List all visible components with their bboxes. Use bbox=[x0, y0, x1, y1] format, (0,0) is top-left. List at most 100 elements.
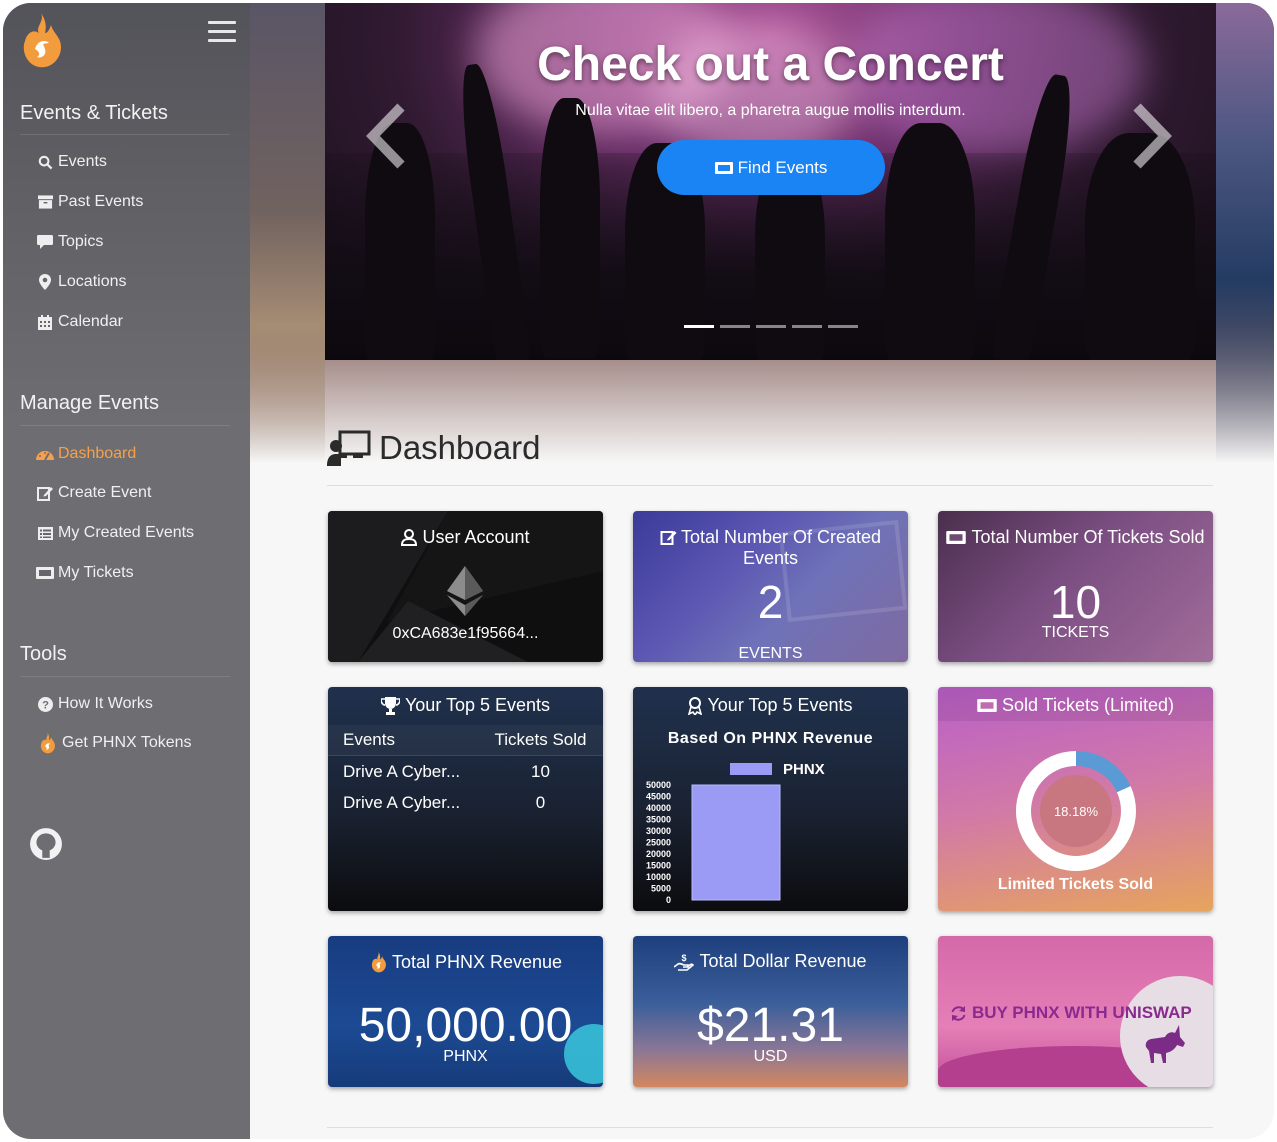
sidebar-item-events[interactable]: Events bbox=[36, 150, 107, 174]
dashboard-icon bbox=[36, 445, 54, 463]
revenue-bar[interactable] bbox=[691, 784, 781, 901]
top-events-table-card: Your Top 5 Events Events Tickets Sold Dr… bbox=[328, 687, 603, 911]
find-events-label: Find Events bbox=[737, 157, 828, 177]
section-title-tools: Tools bbox=[20, 643, 67, 665]
card-title-text: Total PHNX Revenue bbox=[391, 951, 563, 972]
chart-subtitle: Based On PHNX Revenue bbox=[667, 730, 874, 747]
y-tick-label: 0 bbox=[666, 895, 671, 905]
menu-toggle-button[interactable] bbox=[208, 21, 236, 45]
top-events-revenue-card: Your Top 5 Events Based On PHNX Revenue … bbox=[633, 687, 908, 911]
chalkboard-teacher-icon bbox=[327, 430, 371, 466]
table-header-row: Events Tickets Sold bbox=[328, 725, 603, 756]
carousel-indicator[interactable] bbox=[720, 325, 750, 328]
card-title-text: User Account bbox=[422, 527, 530, 547]
divider bbox=[327, 485, 1213, 486]
sidebar: Events & Tickets Events Past Events Topi… bbox=[3, 3, 250, 1139]
phnx-revenue-value: 50,000.00 bbox=[358, 999, 573, 1052]
section-title-manage-events: Manage Events bbox=[20, 392, 159, 414]
uniswap-card[interactable]: BUY PHNX WITH UNISWAP bbox=[938, 936, 1213, 1087]
card-title: Your Top 5 Events bbox=[328, 695, 603, 716]
phoenix-logo[interactable] bbox=[17, 11, 63, 69]
sidebar-item-my-created-events[interactable]: My Created Events bbox=[36, 521, 194, 545]
sidebar-item-topics[interactable]: Topics bbox=[36, 230, 103, 254]
card-title-text: Total Number Of Tickets Sold bbox=[971, 527, 1205, 547]
donut-caption: Limited Tickets Sold bbox=[997, 876, 1154, 893]
wallet-address[interactable]: 0xCA683e1f95664... bbox=[328, 625, 603, 643]
card-title: Total Number Of Tickets Sold bbox=[938, 527, 1213, 548]
tickets-sold-card: Total Number Of Tickets Sold 10 TICKETS bbox=[938, 511, 1213, 662]
carousel-indicator[interactable] bbox=[828, 325, 858, 328]
sidebar-item-label: How It Works bbox=[58, 695, 153, 712]
dollar-revenue-card: $ Total Dollar Revenue $21.31 USD bbox=[633, 936, 908, 1087]
revenue-bar-chart: PHNX 50000 4500040000 3500030000 2500020000… bbox=[646, 761, 825, 905]
card-title: User Account bbox=[328, 527, 603, 548]
carousel-title: Check out a Concert bbox=[537, 38, 1004, 91]
sidebar-item-create-event[interactable]: Create Event bbox=[36, 481, 151, 505]
y-tick-label: 35000 bbox=[646, 815, 671, 825]
ticket-icon bbox=[714, 161, 733, 174]
table-row[interactable]: Drive A Cyber... 10 bbox=[328, 756, 603, 787]
card-title-text: Your Top 5 Events bbox=[707, 695, 853, 715]
tickets-sold-cell: 10 bbox=[531, 761, 550, 781]
carousel-prev-arrow-icon[interactable] bbox=[363, 103, 413, 169]
divider bbox=[327, 1127, 1213, 1128]
sidebar-item-label: Calendar bbox=[58, 313, 123, 330]
carousel-indicator[interactable] bbox=[756, 325, 786, 328]
sidebar-item-past-events[interactable]: Past Events bbox=[36, 190, 143, 214]
map-marker-icon bbox=[36, 273, 54, 291]
sidebar-item-dashboard[interactable]: Dashboard bbox=[36, 442, 136, 466]
y-tick-label: 30000 bbox=[646, 826, 671, 836]
y-tick-label: 15000 bbox=[646, 861, 671, 871]
ticket-icon bbox=[946, 531, 967, 544]
card-title: Your Top 5 Events bbox=[633, 695, 908, 716]
column-header-tickets-sold: Tickets Sold bbox=[494, 730, 587, 749]
carousel-subtitle: Nulla vitae elit libero, a pharetra augu… bbox=[575, 102, 966, 119]
limited-tickets-donut-chart: 18.18% bbox=[1016, 751, 1136, 871]
sidebar-item-how-it-works[interactable]: ? How It Works bbox=[36, 692, 153, 716]
carousel-indicator[interactable] bbox=[684, 325, 714, 328]
phnx-revenue-card: Total PHNX Revenue 50,000.00 PHNX bbox=[328, 936, 603, 1087]
section-title-events-tickets: Events & Tickets bbox=[20, 102, 168, 124]
page-title: Dashboard bbox=[379, 429, 541, 466]
question-circle-icon: ? bbox=[36, 695, 54, 713]
trophy-icon bbox=[380, 696, 400, 715]
card-title: Total Number Of Created Events bbox=[643, 527, 898, 569]
sidebar-item-label: My Tickets bbox=[58, 564, 134, 581]
carousel-next-arrow-icon[interactable] bbox=[1125, 103, 1175, 169]
y-tick-label: 20000 bbox=[646, 849, 671, 859]
sidebar-item-get-phnx-tokens[interactable]: Get PHNX Tokens bbox=[36, 731, 192, 755]
legend-label: PHNX bbox=[783, 761, 825, 778]
ethereum-icon bbox=[447, 566, 483, 616]
search-icon bbox=[36, 153, 54, 171]
github-icon[interactable] bbox=[29, 827, 63, 861]
y-tick-label: 10000 bbox=[646, 872, 671, 882]
uniswap-link[interactable]: BUY PHNX WITH UNISWAP bbox=[950, 1003, 1192, 1023]
svg-text:?: ? bbox=[42, 699, 49, 711]
sidebar-item-label: Events bbox=[58, 153, 107, 170]
card-title: Sold Tickets (Limited) bbox=[938, 695, 1213, 716]
phoenix-icon bbox=[369, 951, 387, 973]
sidebar-item-label: Past Events bbox=[58, 193, 144, 210]
app-frame: Events & Tickets Events Past Events Topi… bbox=[3, 3, 1274, 1139]
sidebar-item-label: Topics bbox=[58, 233, 104, 250]
sidebar-item-locations[interactable]: Locations bbox=[36, 270, 127, 294]
svg-text:$: $ bbox=[682, 953, 687, 963]
card-title-text: Total Number Of Created Events bbox=[680, 527, 882, 568]
find-events-button[interactable]: Find Events bbox=[657, 140, 885, 195]
carousel-indicators bbox=[684, 325, 858, 328]
y-tick-label: 25000 bbox=[646, 838, 671, 848]
column-header-events: Events bbox=[343, 730, 395, 749]
sidebar-item-my-tickets[interactable]: My Tickets bbox=[36, 561, 134, 585]
carousel-indicator[interactable] bbox=[792, 325, 822, 328]
edit-icon bbox=[36, 484, 54, 502]
uniswap-label: BUY PHNX WITH UNISWAP bbox=[972, 1003, 1192, 1022]
limited-tickets-card: Sold Tickets (Limited) 18.18% Limited Ti… bbox=[938, 687, 1213, 911]
table-row[interactable]: Drive A Cyber... 0 bbox=[328, 787, 603, 818]
y-tick-label: 45000 bbox=[646, 792, 671, 802]
y-tick-label: 50000 bbox=[646, 780, 671, 790]
list-icon bbox=[36, 524, 54, 542]
sidebar-item-calendar[interactable]: Calendar bbox=[36, 310, 123, 334]
created-events-unit: EVENTS bbox=[738, 645, 803, 662]
card-title-text: Total Dollar Revenue bbox=[699, 951, 867, 971]
divider bbox=[20, 425, 230, 426]
